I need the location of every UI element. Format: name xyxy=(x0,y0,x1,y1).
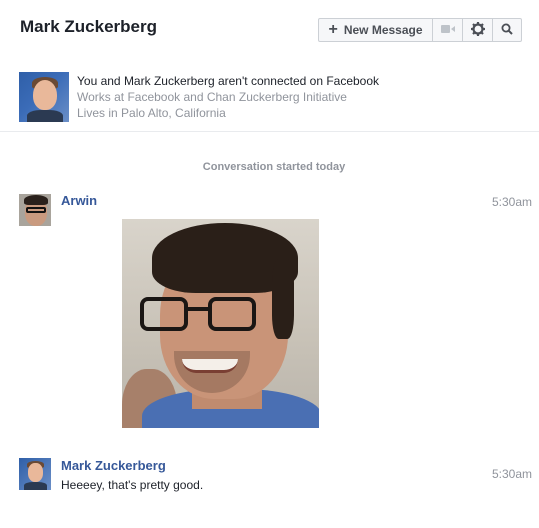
new-message-label: New Message xyxy=(343,23,423,37)
avatar[interactable] xyxy=(19,194,51,226)
search-icon xyxy=(501,23,513,38)
message-text: Heeeey, that's pretty good. xyxy=(61,478,204,492)
header-toolbar: + New Message xyxy=(318,18,522,42)
message-timestamp: 5:30am xyxy=(491,467,532,481)
search-button[interactable] xyxy=(493,19,521,41)
settings-button[interactable] xyxy=(463,19,493,41)
message-sender-name[interactable]: Mark Zuckerberg xyxy=(61,458,166,473)
work-info-text: Works at Facebook and Chan Zuckerberg In… xyxy=(77,90,347,104)
video-call-button[interactable] xyxy=(433,19,463,41)
plus-icon: + xyxy=(328,21,338,38)
message-timestamp: 5:30am xyxy=(491,195,532,209)
conversation-started-label: Conversation started today xyxy=(202,161,346,173)
connection-status-text: You and Mark Zuckerberg aren't connected… xyxy=(77,74,380,88)
profile-details: You and Mark Zuckerberg aren't connected… xyxy=(77,73,379,121)
avatar[interactable] xyxy=(19,458,51,490)
shared-photo[interactable] xyxy=(122,219,319,428)
message-sender-name[interactable]: Arwin xyxy=(61,193,97,208)
new-message-button[interactable]: + New Message xyxy=(319,19,433,41)
conversation-title[interactable]: Mark Zuckerberg xyxy=(20,17,157,37)
gear-icon xyxy=(470,21,485,39)
location-info-text: Lives in Palo Alto, California xyxy=(77,106,226,120)
profile-avatar[interactable] xyxy=(19,72,69,122)
conversation-header: Mark Zuckerberg + New Message xyxy=(0,0,539,60)
profile-summary: You and Mark Zuckerberg aren't connected… xyxy=(0,62,539,132)
video-camera-icon xyxy=(440,23,455,37)
